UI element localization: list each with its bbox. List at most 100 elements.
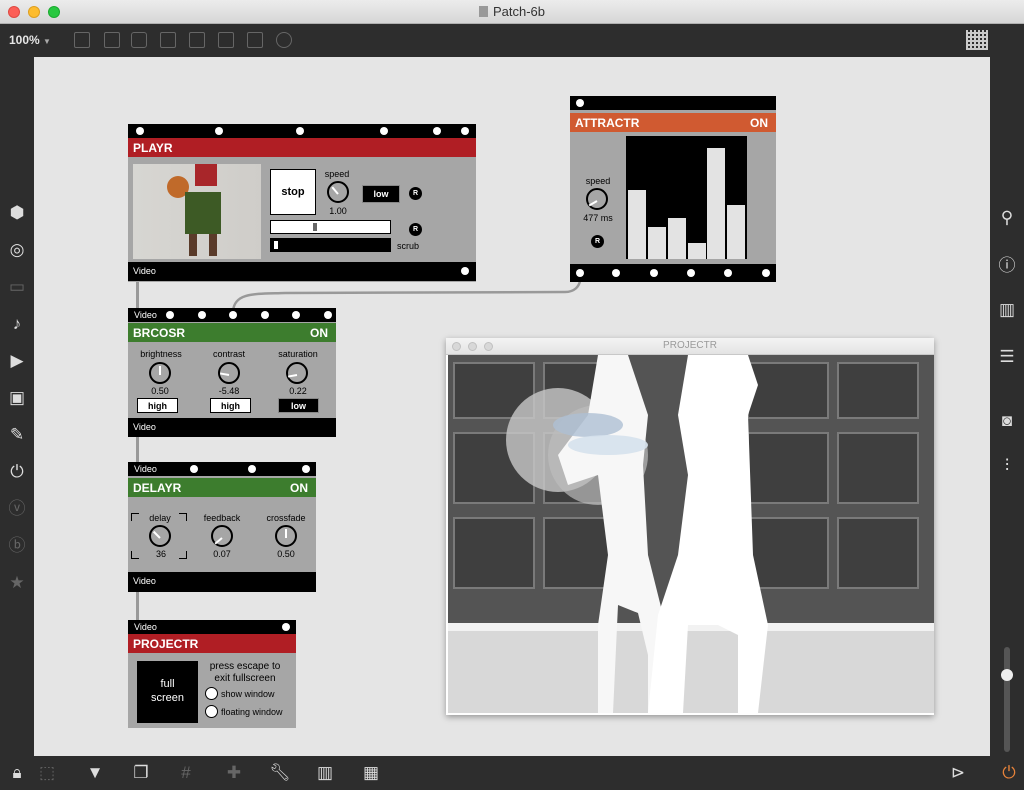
- stop-button[interactable]: stop: [270, 169, 316, 215]
- star-icon[interactable]: ★: [5, 573, 29, 593]
- play-icon[interactable]: ⊳: [946, 763, 970, 783]
- inlet[interactable]: [302, 465, 310, 473]
- outlet[interactable]: [687, 269, 695, 277]
- outlet[interactable]: [724, 269, 732, 277]
- volume-slider[interactable]: [1001, 647, 1013, 752]
- keyboard-icon[interactable]: ▭: [5, 277, 29, 297]
- inlet[interactable]: [380, 127, 388, 135]
- cube-icon[interactable]: ⬢: [5, 203, 29, 223]
- inlet[interactable]: [198, 311, 206, 319]
- contrast-range-toggle[interactable]: high: [210, 398, 251, 413]
- inlet[interactable]: [282, 623, 290, 631]
- projectr-module[interactable]: Video PROJECTR full screen press escape …: [128, 620, 296, 728]
- message-box-icon[interactable]: [104, 32, 120, 48]
- music-note-icon[interactable]: ♪: [5, 314, 29, 334]
- delayr-module[interactable]: Video DELAYR ON delay 36 feedback 0.07 cr…: [128, 462, 316, 592]
- saturation-range-toggle[interactable]: low: [278, 398, 319, 413]
- crossfade-knob[interactable]: [275, 525, 297, 547]
- grid-view-icon[interactable]: [966, 30, 988, 50]
- multislider-bar[interactable]: [668, 218, 686, 259]
- inlet[interactable]: [292, 311, 300, 319]
- power-icon[interactable]: ⏻: [997, 763, 1021, 783]
- info-icon[interactable]: ⓘ: [995, 256, 1019, 276]
- dial-icon[interactable]: [276, 32, 292, 48]
- windows-icon[interactable]: ❐: [129, 763, 153, 783]
- inlet[interactable]: [296, 127, 304, 135]
- piano-icon[interactable]: ▥: [313, 763, 337, 783]
- inlet[interactable]: [576, 99, 584, 107]
- inlet[interactable]: [229, 311, 237, 319]
- multislider-bar[interactable]: [727, 205, 745, 259]
- beap-icon[interactable]: ⓑ: [5, 536, 29, 556]
- presentation-icon[interactable]: ▼: [83, 763, 107, 783]
- mixer-icon[interactable]: ⫶: [995, 456, 1019, 476]
- wrench-icon[interactable]: 🔧︎: [268, 763, 292, 783]
- inlet[interactable]: [248, 465, 256, 473]
- feedback-knob[interactable]: [211, 525, 233, 547]
- inlet[interactable]: [215, 127, 223, 135]
- slider-icon[interactable]: [247, 32, 263, 48]
- inlet[interactable]: [190, 465, 198, 473]
- inlet[interactable]: [433, 127, 441, 135]
- lock-icon[interactable]: 🔒︎: [5, 763, 29, 783]
- scrub-handle[interactable]: [274, 241, 278, 249]
- floating-window-radio[interactable]: [205, 705, 218, 718]
- quality-toggle[interactable]: low: [362, 185, 400, 203]
- book-icon[interactable]: ▥: [995, 300, 1019, 320]
- toggle-icon[interactable]: [160, 32, 176, 48]
- reset-button[interactable]: R: [409, 187, 422, 200]
- playr-module[interactable]: PLAYR stop speed 1.00 low R R scrub Vide…: [128, 124, 476, 282]
- brcosr-module[interactable]: Video BRCOSR ON brightness 0.50 high cont…: [128, 308, 336, 437]
- volume-slider-handle[interactable]: [1001, 669, 1013, 681]
- outlet[interactable]: [650, 269, 658, 277]
- vizzie-icon[interactable]: ⓥ: [5, 499, 29, 519]
- show-window-radio[interactable]: [205, 687, 218, 700]
- brightness-knob[interactable]: [149, 362, 171, 384]
- inlet[interactable]: [166, 311, 174, 319]
- inlet[interactable]: [136, 127, 144, 135]
- patch-cord[interactable]: [136, 437, 139, 462]
- fullscreen-button[interactable]: full screen: [137, 661, 198, 723]
- power-toggle[interactable]: ON: [750, 116, 768, 130]
- video-clip-icon[interactable]: ▶: [5, 351, 29, 371]
- outlet[interactable]: [461, 267, 469, 275]
- multislider[interactable]: [626, 136, 747, 259]
- target-icon[interactable]: ◎: [5, 240, 29, 260]
- multislider-bar[interactable]: [688, 243, 706, 259]
- speed-knob[interactable]: [586, 188, 608, 210]
- plug-icon[interactable]: ⏻: [5, 462, 29, 482]
- power-toggle[interactable]: ON: [310, 326, 328, 340]
- scrub-slider[interactable]: [270, 238, 391, 252]
- multislider-bar[interactable]: [628, 190, 646, 259]
- contrast-knob[interactable]: [218, 362, 240, 384]
- patch-cord[interactable]: [136, 282, 139, 308]
- snapshot-icon[interactable]: ◙: [995, 411, 1019, 431]
- brightness-range-toggle[interactable]: high: [137, 398, 178, 413]
- inlet[interactable]: [461, 127, 469, 135]
- multislider-bar[interactable]: [707, 148, 725, 259]
- saturation-knob[interactable]: [286, 362, 308, 384]
- pin-icon[interactable]: ✚: [222, 763, 246, 783]
- button-object-icon[interactable]: [189, 32, 205, 48]
- speed-knob[interactable]: [327, 181, 349, 203]
- power-toggle[interactable]: ON: [290, 481, 308, 495]
- list-icon[interactable]: ☰: [995, 347, 1019, 367]
- attractr-module[interactable]: ATTRACTR ON speed 477 ms R: [570, 96, 776, 282]
- comment-icon[interactable]: [131, 32, 147, 48]
- select-icon[interactable]: ⬚: [35, 763, 59, 783]
- number-box-icon[interactable]: [218, 32, 234, 48]
- zoom-menu[interactable]: 100% ▼: [9, 33, 51, 47]
- computer-keyboard-icon[interactable]: ▦: [359, 763, 383, 783]
- image-icon[interactable]: ▣: [5, 388, 29, 408]
- projector-title-bar[interactable]: PROJECTR: [446, 338, 934, 355]
- loop-range-slider[interactable]: [270, 220, 391, 234]
- reset-button[interactable]: R: [591, 235, 604, 248]
- patch-cord[interactable]: [136, 592, 139, 620]
- projector-window[interactable]: PROJECTR: [446, 338, 934, 715]
- delay-knob[interactable]: [149, 525, 171, 547]
- outlet[interactable]: [762, 269, 770, 277]
- paperclip-icon[interactable]: ✎: [5, 425, 29, 445]
- inlet[interactable]: [324, 311, 332, 319]
- presentation-mode-icon[interactable]: [74, 32, 90, 48]
- grid-icon[interactable]: #: [174, 763, 198, 783]
